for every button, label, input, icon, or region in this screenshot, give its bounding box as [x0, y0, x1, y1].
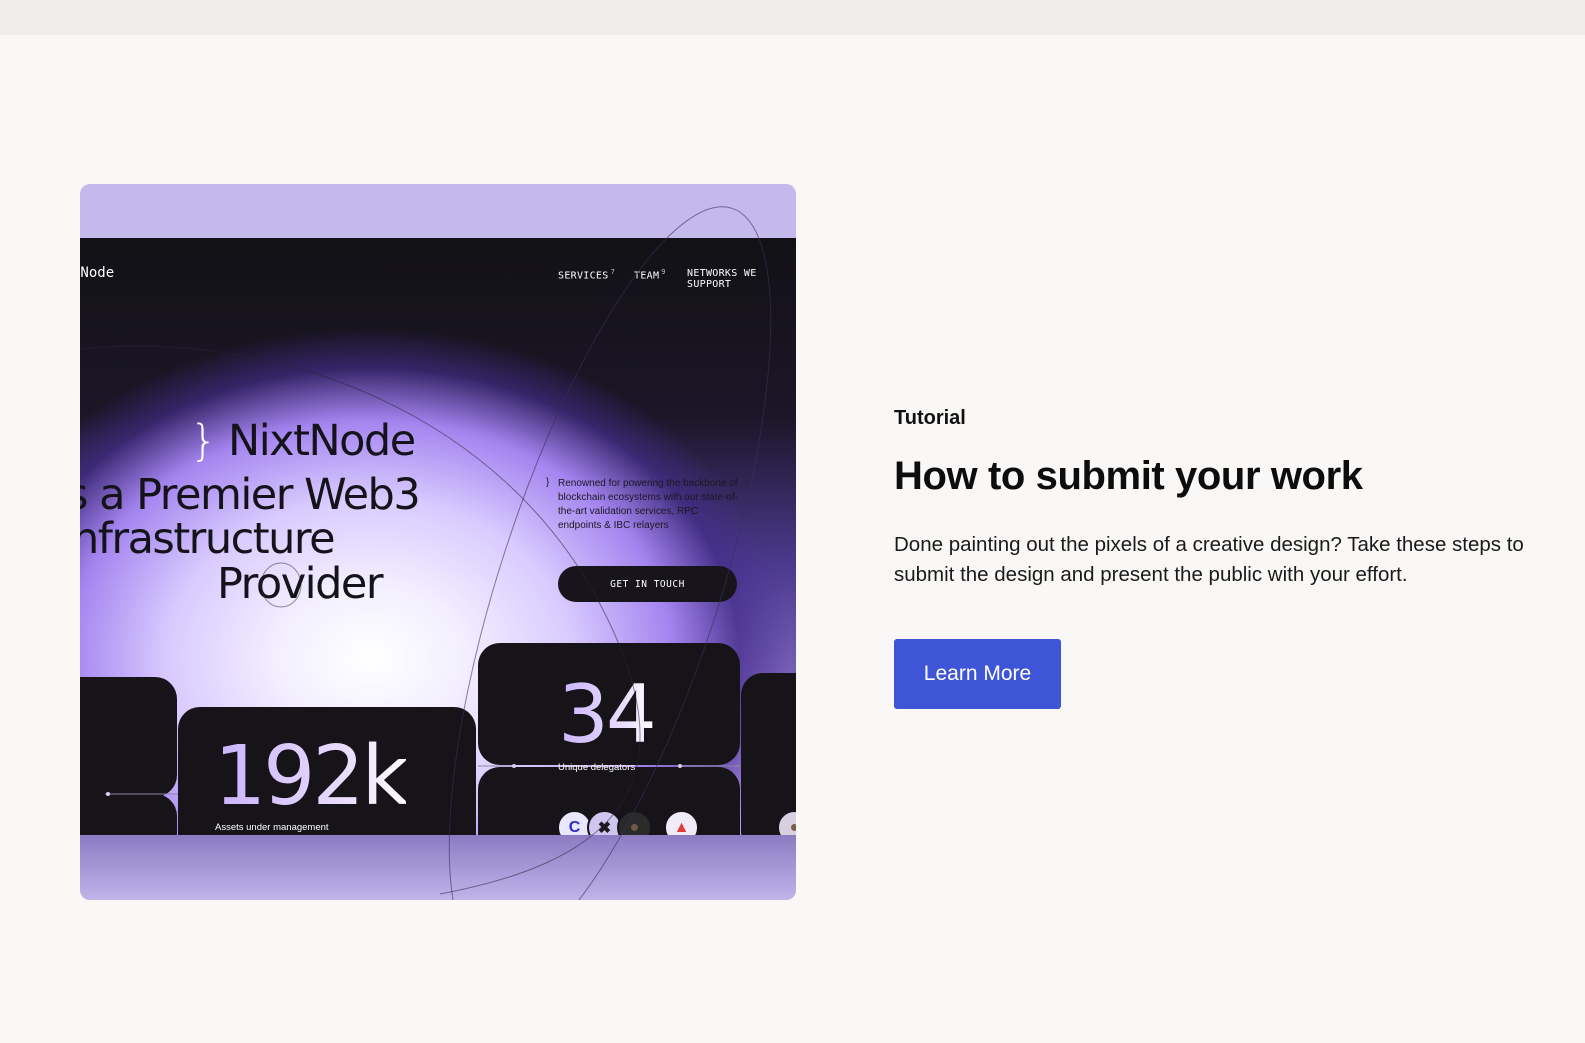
preview-description: Renowned for powering the backbone of bl…	[558, 478, 739, 531]
preview-headline-line2: s a Premier Web3	[80, 470, 421, 520]
preview-tile-left	[80, 677, 177, 797]
preview-logo: tNode	[80, 265, 115, 281]
description-text: Done painting out the pixels of a creati…	[894, 533, 1524, 586]
preview-stat-delegators-value: 34	[558, 668, 657, 761]
preview-nav-services: SERVICES 7	[558, 268, 616, 282]
preview-headline-line4: Provider	[217, 559, 384, 609]
preview-get-in-touch-button: GET IN TOUCH	[558, 566, 737, 602]
preview-description-brace: }	[546, 477, 550, 488]
preview-stat-assets-value: 192k	[214, 729, 409, 824]
preview-nav-team: TEAM 9	[634, 268, 666, 282]
preview-headline-line1: } NixtNode	[190, 416, 416, 466]
preview-nav-networks: NETWORKS WE SUPPORT	[687, 268, 757, 290]
preview-bottom-band	[80, 835, 796, 900]
page-title: How to submit your work	[894, 454, 1363, 498]
learn-more-button[interactable]: Learn More	[894, 639, 1061, 709]
preview-tile-left-bottom	[80, 794, 177, 835]
preview-headline-line3: nfrastructure	[80, 514, 336, 564]
preview-website-frame: tNode SERVICES7 TEAM9 NETWORKS WE SUPPOR…	[80, 238, 796, 835]
preview-stat-delegators-caption: Unique delegators	[558, 762, 636, 773]
eyebrow-label: Tutorial	[894, 407, 966, 429]
preview-stat-assets-caption: Assets under management	[215, 822, 329, 833]
browser-top-bar	[0, 0, 1585, 35]
tutorial-preview-image: tNode SERVICES7 TEAM9 NETWORKS WE SUPPOR…	[80, 184, 796, 900]
